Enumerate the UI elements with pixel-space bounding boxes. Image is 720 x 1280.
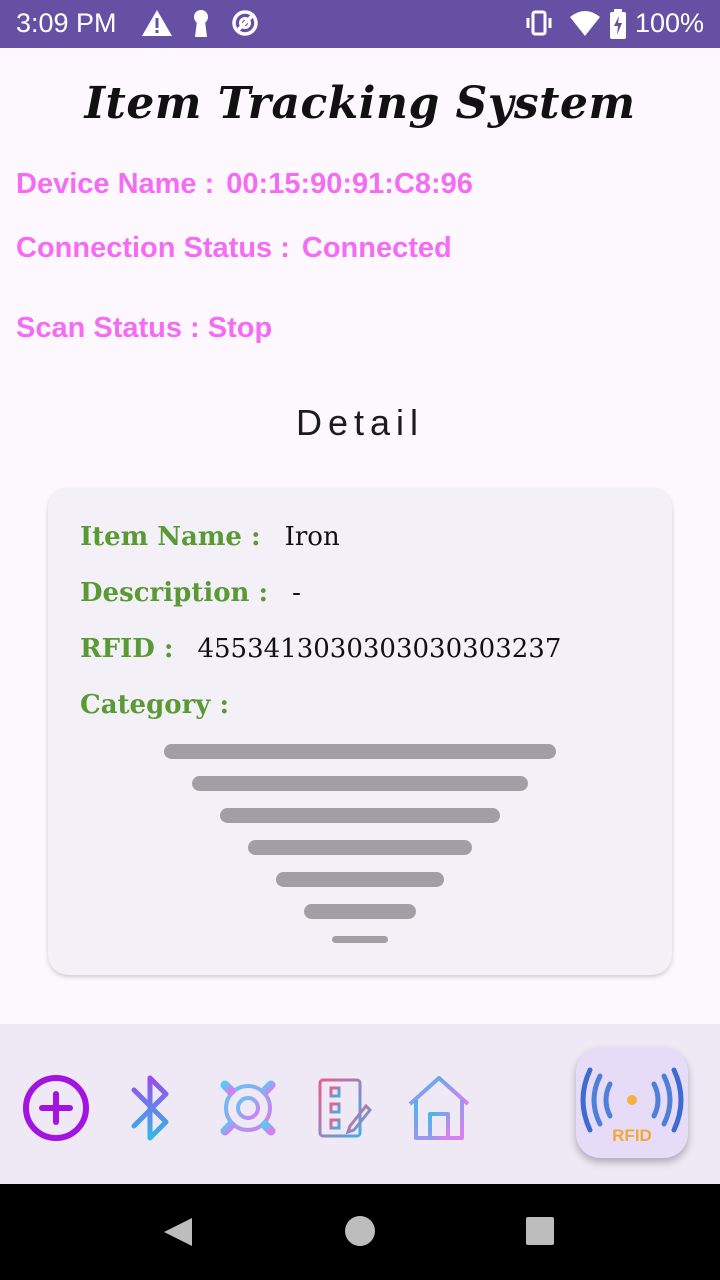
system-nav-bar [0, 1184, 720, 1280]
scan-status-value: Stop [207, 312, 273, 344]
description-row: Description :- [80, 578, 301, 608]
category-placeholder-bar [248, 840, 472, 855]
category-placeholder-bar [276, 872, 444, 887]
wifi-icon: 4 [570, 11, 600, 38]
page-title: Item Tracking System [84, 78, 636, 129]
category-placeholder-bar [220, 808, 500, 823]
home-button-icon[interactable] [343, 1214, 377, 1248]
detail-heading: Detail [295, 402, 425, 443]
battery-icon [610, 9, 626, 39]
rfid-icon: RFID [580, 1067, 684, 1145]
rfid-scan-button[interactable]: RFID [576, 1048, 688, 1158]
description-value: - [292, 578, 301, 608]
add-icon[interactable] [22, 1074, 90, 1142]
item-name-row: Item Name : Iron [80, 522, 340, 552]
vibrate-icon [526, 10, 552, 36]
category-placeholder-bar [304, 904, 416, 919]
battery-percent: 100% [634, 8, 704, 38]
status-bar: 3:09 PM 4 100% [0, 0, 720, 48]
back-icon[interactable] [160, 1214, 196, 1250]
home-icon[interactable] [406, 1074, 472, 1142]
bluetooth-icon[interactable] [128, 1072, 176, 1144]
rfid-label: RFID [612, 1126, 652, 1145]
detail-card: Item Name : Iron Description :- RFID : 455… [48, 488, 672, 975]
rfid-label: RFID : [80, 634, 174, 664]
settings-icon[interactable] [208, 1068, 288, 1148]
keyhole-icon [194, 10, 208, 37]
device-name-line: Device Name : 00:15:90:91:C8:96 [16, 168, 473, 201]
scan-status-line: Scan Status : Stop [16, 312, 272, 345]
item-name-label: Item Name : [80, 522, 261, 552]
alert-icon [142, 10, 172, 36]
connection-status-line: Connection Status : Connected [16, 232, 452, 265]
svg-text:4: 4 [588, 27, 594, 38]
device-name-value: 00:15:90:91:C8:96 [226, 168, 473, 200]
status-time: 3:09 PM [16, 8, 117, 38]
category-placeholder-bar [332, 936, 388, 943]
rfid-value: 4553413030303030303237 [197, 634, 562, 664]
category-label: Category : [80, 690, 230, 720]
no-data-icon [232, 10, 258, 36]
recents-icon[interactable] [524, 1215, 556, 1247]
item-name-value: Iron [284, 522, 340, 552]
category-placeholder-bar [192, 776, 528, 791]
connection-status-value: Connected [301, 232, 452, 264]
description-label: Description : [80, 578, 269, 608]
category-placeholder-bar [164, 744, 556, 759]
connection-status-label: Connection Status : [16, 232, 290, 264]
category-row: Category : [80, 690, 229, 720]
report-icon[interactable] [316, 1076, 372, 1140]
scan-status-label: Scan Status : [16, 312, 200, 344]
device-name-label: Device Name : [16, 168, 215, 200]
rfid-row: RFID : 4553413030303030303237 [80, 634, 561, 664]
